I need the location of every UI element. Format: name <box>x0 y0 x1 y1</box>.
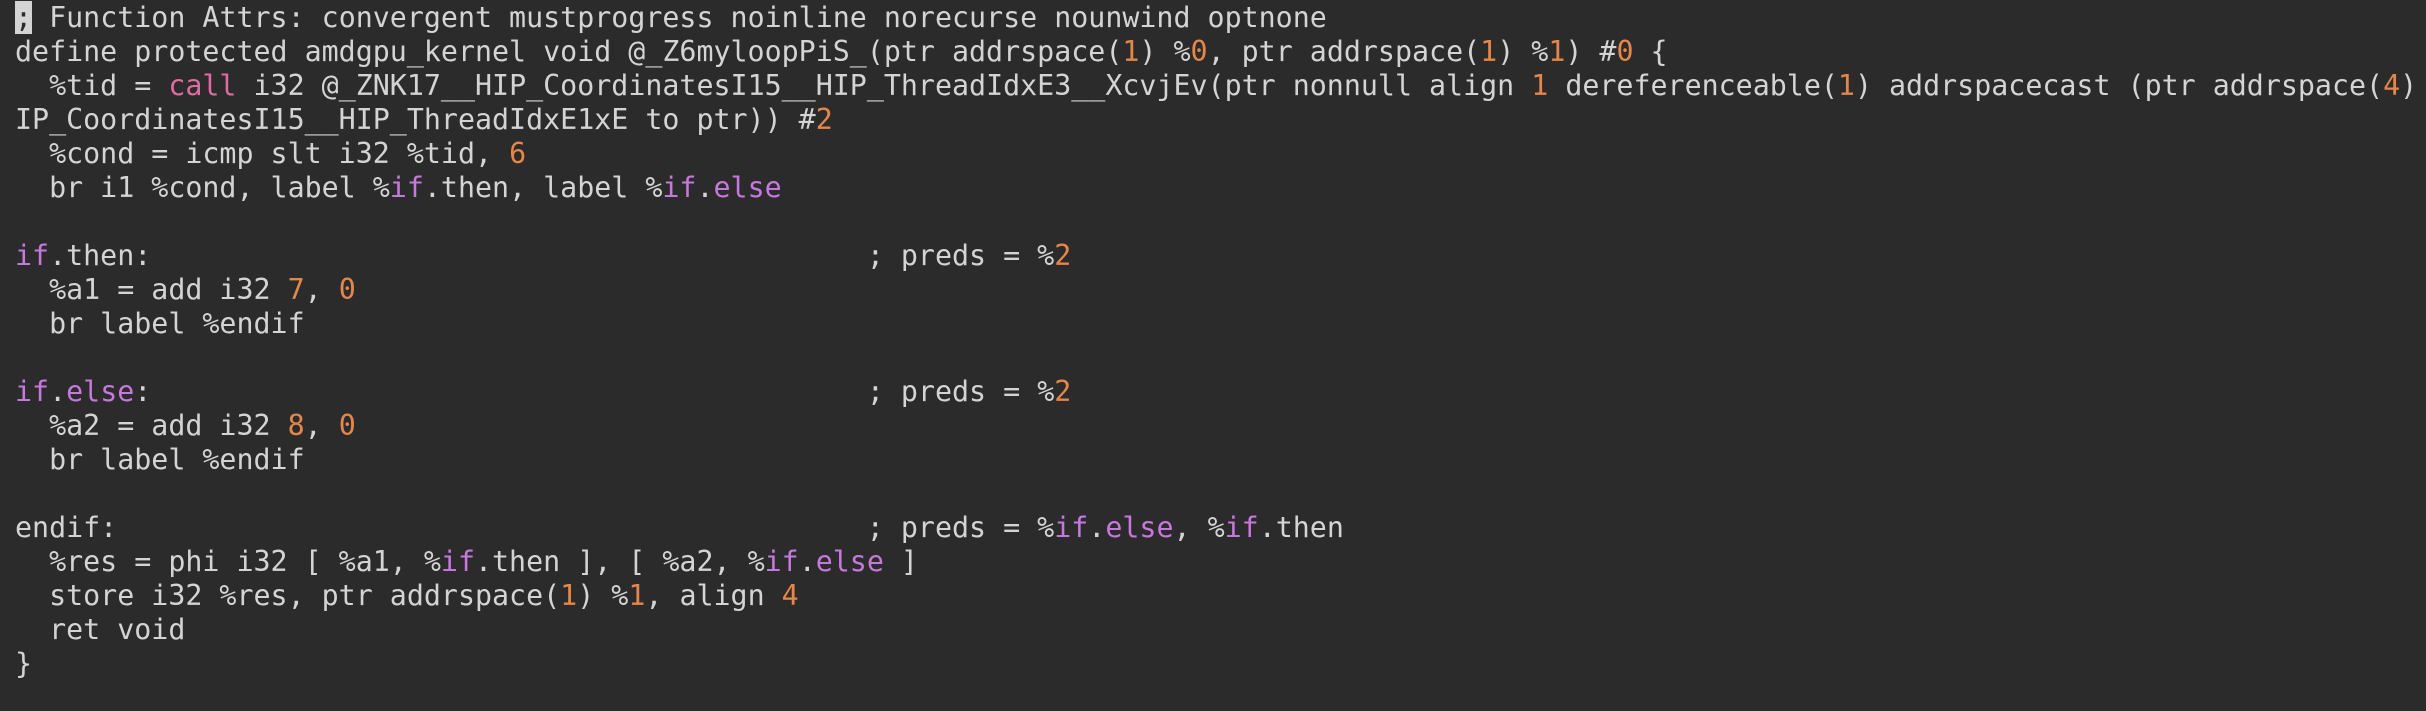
code-token: endif: ; preds = % <box>15 511 1055 544</box>
code-token: if <box>15 239 50 272</box>
code-token: br label %endif <box>15 307 305 340</box>
code-line[interactable]: br label %endif <box>0 443 2426 477</box>
code-token: else <box>1105 511 1174 544</box>
code-token: if <box>1054 511 1089 544</box>
code-token: Function Attrs: convergent mustprogress … <box>32 1 1327 34</box>
code-token: , % <box>1173 511 1225 544</box>
code-token: .then ], [ %a2, % <box>474 545 765 578</box>
code-token: IP_CoordinatesI15__HIP_ThreadIdxE1xE to … <box>15 103 816 136</box>
code-line[interactable]: } <box>0 647 2426 681</box>
code-token: ] <box>883 545 918 578</box>
code-token: else <box>66 375 135 408</box>
code-token: dereferenceable( <box>1548 69 1838 102</box>
code-token: { <box>1633 35 1668 68</box>
code-token: : ; preds = % <box>134 375 1055 408</box>
code-token: . <box>49 375 67 408</box>
code-token: , ptr addrspace( <box>1207 35 1481 68</box>
code-line[interactable]: ​ <box>0 205 2426 239</box>
code-token: 2 <box>1054 375 1072 408</box>
code-line[interactable]: %tid = call i32 @_ZNK17__HIP_Coordinates… <box>0 69 2426 103</box>
code-token: 1 <box>1480 35 1498 68</box>
code-token: else <box>713 171 782 204</box>
code-token: 1 <box>1548 35 1566 68</box>
code-line[interactable]: %a2 = add i32 8, 0 <box>0 409 2426 443</box>
text-cursor: ; <box>15 1 33 34</box>
code-token: if <box>440 545 475 578</box>
code-token: ) % <box>1139 35 1191 68</box>
code-token: %a2 = add i32 <box>15 409 288 442</box>
code-token: 7 <box>287 273 305 306</box>
code-token: 6 <box>509 137 527 170</box>
code-token: %a1 = add i32 <box>15 273 288 306</box>
code-token: 0 <box>338 409 356 442</box>
code-token: if <box>1224 511 1259 544</box>
code-token: %tid = <box>15 69 169 102</box>
code-token: 0 <box>338 273 356 306</box>
code-token: .then <box>1258 511 1344 544</box>
code-line[interactable]: ​ <box>0 341 2426 375</box>
code-token: 1 <box>1531 69 1549 102</box>
code-token: ) % <box>577 579 629 612</box>
code-token: if <box>764 545 799 578</box>
code-token: 1 <box>1837 69 1855 102</box>
code-editor[interactable]: ; Function Attrs: convergent mustprogres… <box>0 0 2426 711</box>
code-line[interactable]: %cond = icmp slt i32 %tid, 6 <box>0 137 2426 171</box>
code-token: , <box>304 409 339 442</box>
code-token: 1 <box>628 579 646 612</box>
code-token: if <box>15 375 50 408</box>
code-token: . <box>1088 511 1106 544</box>
code-token: br label %endif <box>15 443 305 476</box>
code-line[interactable]: define protected amdgpu_kernel void @_Z6… <box>0 35 2426 69</box>
code-line[interactable]: br label %endif <box>0 307 2426 341</box>
code-token: ) % <box>1497 35 1549 68</box>
code-token: 4 <box>2383 69 2401 102</box>
code-token: ) addrspacecast (ptr addrspace( <box>1854 69 2384 102</box>
code-token: .then, label % <box>423 171 663 204</box>
code-token: if <box>662 171 697 204</box>
code-line[interactable]: br i1 %cond, label %if.then, label %if.e… <box>0 171 2426 205</box>
code-token: store i32 %res, ptr addrspace( <box>15 579 561 612</box>
code-line[interactable]: store i32 %res, ptr addrspace(1) %1, ali… <box>0 579 2426 613</box>
code-token: 4 <box>781 579 799 612</box>
code-token: ) @_ZN17__H <box>2400 69 2418 102</box>
code-token: } <box>15 647 33 680</box>
code-token: .then: ; preds = % <box>49 239 1055 272</box>
code-token: 2 <box>815 103 833 136</box>
code-token: ) # <box>1565 35 1617 68</box>
code-line[interactable]: ret void <box>0 613 2426 647</box>
code-token: define protected amdgpu_kernel void @_Z6… <box>15 35 1123 68</box>
code-token: if <box>389 171 424 204</box>
code-token: ret void <box>15 613 186 646</box>
code-line[interactable]: %a1 = add i32 7, 0 <box>0 273 2426 307</box>
code-token: 0 <box>1190 35 1208 68</box>
code-token: br i1 %cond, label % <box>15 171 390 204</box>
code-line[interactable]: endif: ; preds = %if.else, %if.then <box>0 511 2426 545</box>
code-token: i32 @_ZNK17__HIP_CoordinatesI15__HIP_Thr… <box>236 69 1532 102</box>
code-token: else <box>815 545 884 578</box>
code-line[interactable]: ; Function Attrs: convergent mustprogres… <box>0 1 2426 35</box>
code-token: 8 <box>287 409 305 442</box>
code-token: %cond = icmp slt i32 %tid, <box>15 137 510 170</box>
code-token: 2 <box>1054 239 1072 272</box>
code-token: , <box>304 273 339 306</box>
code-token: . <box>696 171 714 204</box>
code-token: 1 <box>560 579 578 612</box>
code-token: %res = phi i32 [ %a1, % <box>15 545 441 578</box>
code-line[interactable]: %res = phi i32 [ %a1, %if.then ], [ %a2,… <box>0 545 2426 579</box>
code-token: , align <box>645 579 782 612</box>
code-token: 0 <box>1616 35 1634 68</box>
code-line[interactable]: ​ <box>0 477 2426 511</box>
code-token: call <box>168 69 237 102</box>
code-token: . <box>798 545 816 578</box>
code-line[interactable]: if.else: ; preds = %2 <box>0 375 2426 409</box>
code-token: 1 <box>1122 35 1140 68</box>
code-line[interactable]: if.then: ; preds = %2 <box>0 239 2426 273</box>
code-line[interactable]: IP_CoordinatesI15__HIP_ThreadIdxE1xE to … <box>0 103 2426 137</box>
